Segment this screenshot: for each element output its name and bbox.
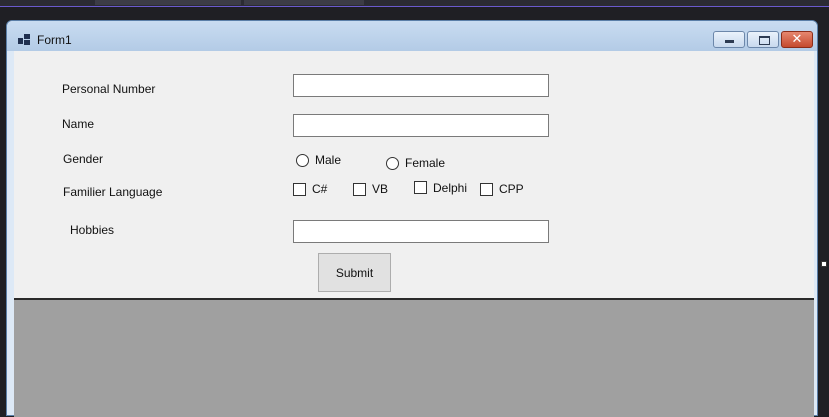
ide-tab — [95, 0, 241, 5]
male-radio-label[interactable]: Male — [315, 153, 341, 167]
ide-background-strip — [0, 0, 829, 7]
close-icon: ✕ — [791, 31, 803, 46]
form-window: Form1 ✕ Personal Number Name Gender Male… — [6, 20, 818, 417]
female-radio[interactable] — [386, 157, 399, 170]
window-title: Form1 — [37, 33, 72, 47]
name-input[interactable] — [293, 114, 549, 137]
title-bar[interactable]: Form1 ✕ — [7, 21, 817, 51]
gender-label: Gender — [63, 152, 104, 166]
female-radio-label[interactable]: Female — [405, 156, 445, 170]
resize-handle[interactable] — [821, 261, 827, 267]
maximize-icon — [759, 36, 770, 45]
hobbies-label: Hobbies — [70, 223, 115, 237]
csharp-checkbox[interactable] — [293, 183, 306, 196]
submit-button[interactable]: Submit — [318, 253, 391, 292]
vb-checkbox[interactable] — [353, 183, 366, 196]
language-label: Familier Language — [63, 185, 163, 199]
minimize-icon — [725, 40, 734, 43]
cpp-checkbox[interactable] — [480, 183, 493, 196]
personal-number-input[interactable] — [293, 74, 549, 97]
male-radio[interactable] — [296, 154, 309, 167]
hobbies-input[interactable] — [293, 220, 549, 243]
app-icon — [18, 34, 30, 45]
close-button[interactable]: ✕ — [781, 31, 813, 48]
form-client-area: Personal Number Name Gender Male Female … — [14, 51, 814, 298]
name-label: Name — [62, 117, 95, 131]
csharp-checkbox-label[interactable]: C# — [312, 182, 327, 196]
cpp-checkbox-label[interactable]: CPP — [499, 182, 524, 196]
empty-panel — [14, 298, 814, 417]
delphi-checkbox-label[interactable]: Delphi — [433, 181, 467, 195]
minimize-button[interactable] — [713, 31, 745, 48]
personal-number-label: Personal Number — [62, 82, 156, 96]
maximize-button[interactable] — [747, 31, 779, 48]
vb-checkbox-label[interactable]: VB — [372, 182, 388, 196]
delphi-checkbox[interactable] — [414, 181, 427, 194]
ide-tab — [244, 0, 364, 5]
